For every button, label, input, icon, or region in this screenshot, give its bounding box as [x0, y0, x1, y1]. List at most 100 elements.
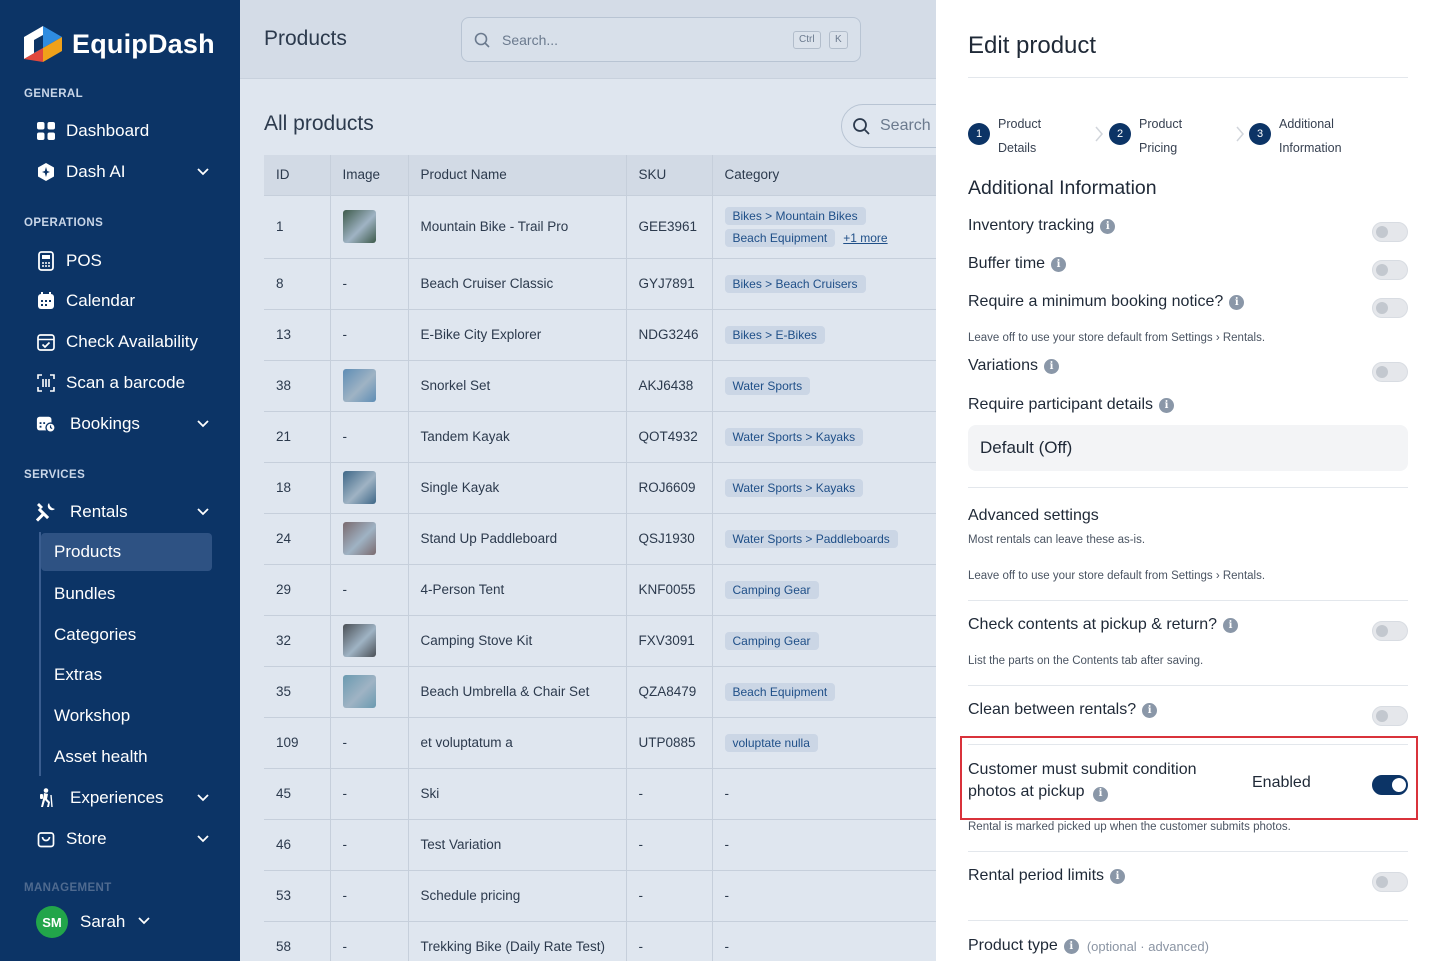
min-notice-toggle[interactable]: [1372, 298, 1408, 318]
sidebar-item-dashboard[interactable]: Dashboard: [24, 112, 220, 150]
sidebar-item-check-availability[interactable]: Check Availability: [24, 323, 220, 361]
product-thumbnail[interactable]: [342, 624, 376, 657]
cell-name: Single Kayak: [408, 462, 627, 514]
product-thumbnail[interactable]: [342, 369, 376, 402]
category-tag[interactable]: Water Sports > Kayaks: [724, 427, 864, 446]
category-tag[interactable]: Camping Gear: [724, 580, 819, 599]
cell-sku: NDG3246: [626, 309, 713, 361]
step-1[interactable]: 1 Product Details: [968, 112, 1041, 160]
participant-details-select[interactable]: Default (Off): [968, 425, 1408, 471]
step-number: 1: [968, 123, 990, 145]
info-icon[interactable]: i: [1063, 938, 1079, 954]
category-tag[interactable]: Beach Equipment: [724, 682, 836, 701]
column-header-id[interactable]: ID: [264, 155, 331, 196]
table-row[interactable]: 35 Beach Umbrella & Chair Set QZA8479 Beach…: [264, 666, 936, 718]
rental-period-limits-toggle[interactable]: [1372, 872, 1408, 892]
sidebar-subitem-products[interactable]: Products: [41, 533, 212, 571]
sidebar-item-pos[interactable]: POS: [24, 242, 220, 280]
info-icon[interactable]: i: [1043, 358, 1059, 374]
category-tag[interactable]: Bikes > Beach Cruisers: [724, 274, 866, 293]
cell-name: Mountain Bike - Trail Pro: [408, 195, 627, 259]
sidebar-item-calendar[interactable]: Calendar: [24, 282, 220, 320]
table-row[interactable]: 24 Stand Up Paddleboard QSJ1930 Water Sport…: [264, 513, 936, 565]
condition-photos-toggle[interactable]: [1372, 775, 1408, 795]
chevron-down-icon[interactable]: [196, 830, 210, 850]
clean-between-toggle[interactable]: [1372, 706, 1408, 726]
category-tag[interactable]: Bikes > E-Bikes: [724, 325, 825, 344]
product-thumbnail[interactable]: [342, 522, 376, 555]
sidebar-subitem-asset-health[interactable]: Asset health: [41, 738, 212, 776]
cell-image: [330, 195, 409, 259]
table-row[interactable]: 13- E-Bike City Explorer NDG3246 Bikes > E-…: [264, 309, 936, 361]
table-row[interactable]: 45- Ski - -: [264, 768, 936, 820]
info-icon[interactable]: i: [1229, 294, 1245, 310]
buffer-time-toggle[interactable]: [1372, 260, 1408, 280]
sidebar-subitem-extras[interactable]: Extras: [41, 656, 212, 694]
sidebar-subitem-categories[interactable]: Categories: [41, 616, 212, 654]
info-icon[interactable]: i: [1100, 218, 1116, 234]
info-icon[interactable]: i: [1142, 702, 1158, 718]
sidebar-item-label: Store: [66, 829, 107, 848]
chevron-down-icon[interactable]: [196, 503, 210, 523]
info-icon[interactable]: i: [1159, 397, 1174, 413]
table-row[interactable]: 53- Schedule pricing - -: [264, 870, 936, 922]
sidebar-item-bookings[interactable]: Bookings: [24, 405, 220, 443]
chevron-down-icon[interactable]: [196, 163, 210, 183]
sidebar-item-experiences[interactable]: Experiences: [24, 779, 220, 817]
step-2[interactable]: 2 Product Pricing: [1109, 112, 1182, 160]
sidebar-item-scan-barcode[interactable]: Scan a barcode: [24, 364, 220, 402]
check-contents-toggle[interactable]: [1372, 621, 1408, 641]
category-tag[interactable]: voluptate nulla: [724, 733, 818, 752]
page-title: Products: [264, 27, 347, 50]
table-search[interactable]: Search: [841, 104, 936, 148]
sidebar-item-dash-ai[interactable]: Dash AI: [24, 153, 220, 191]
sidebar-item-label: Check Availability: [66, 332, 198, 351]
category-tag[interactable]: Water Sports: [724, 376, 811, 395]
app-logo[interactable]: EquipDash: [24, 26, 215, 62]
column-header-category[interactable]: Category: [712, 155, 936, 196]
column-header-image[interactable]: Image: [330, 155, 409, 196]
sidebar-subitem-workshop[interactable]: Workshop: [41, 697, 212, 735]
step-3[interactable]: 3 Additional Information: [1249, 112, 1342, 160]
cell-category: -: [712, 921, 936, 961]
user-menu[interactable]: SM Sarah: [36, 906, 151, 938]
cell-sku: -: [626, 921, 713, 961]
table-row[interactable]: 18 Single Kayak ROJ6609 Water Sports > Kaya…: [264, 462, 936, 514]
table-row[interactable]: 32 Camping Stove Kit FXV3091 Camping Gear: [264, 615, 936, 667]
sidebar-item-rentals[interactable]: Rentals: [24, 493, 220, 531]
table-row[interactable]: 38 Snorkel Set AKJ6438 Water Sports: [264, 360, 936, 412]
cell-sku: AKJ6438: [626, 360, 713, 412]
search-icon: [474, 32, 490, 48]
category-tag[interactable]: Bikes > Mountain Bikes: [724, 206, 866, 225]
column-header-name[interactable]: Product Name: [408, 155, 627, 196]
product-thumbnail[interactable]: [342, 210, 376, 243]
category-tag[interactable]: Water Sports > Kayaks: [724, 478, 864, 497]
global-search[interactable]: Search... Ctrl K: [461, 17, 861, 62]
more-categories-link[interactable]: +1 more: [843, 231, 887, 245]
table-row[interactable]: 1 Mountain Bike - Trail Pro GEE3961 Bikes >…: [264, 195, 936, 259]
category-tag[interactable]: Beach Equipment: [724, 228, 836, 247]
category-tag[interactable]: Water Sports > Paddleboards: [724, 529, 898, 548]
table-row[interactable]: 58- Trekking Bike (Daily Rate Test) - -: [264, 921, 936, 961]
table-row[interactable]: 109- et voluptatum a UTP0885 voluptate null…: [264, 717, 936, 769]
chevron-down-icon[interactable]: [196, 789, 210, 809]
info-icon[interactable]: i: [1110, 868, 1126, 884]
sidebar-item-store[interactable]: Store: [24, 820, 220, 858]
column-header-sku[interactable]: SKU: [626, 155, 713, 196]
category-tag[interactable]: Camping Gear: [724, 631, 819, 650]
product-thumbnail[interactable]: [342, 471, 376, 504]
variations-toggle[interactable]: [1372, 362, 1408, 382]
table-row[interactable]: 46- Test Variation - -: [264, 819, 936, 871]
inventory-tracking-toggle[interactable]: [1372, 222, 1408, 242]
chevron-down-icon[interactable]: [196, 415, 210, 435]
info-icon[interactable]: i: [1092, 786, 1108, 802]
table-row[interactable]: 29-4-Person Tent KNF0055 Camping Gear: [264, 564, 936, 616]
table-row[interactable]: 8- Beach Cruiser Classic GYJ7891 Bikes > Be…: [264, 258, 936, 310]
sidebar-subitem-bundles[interactable]: Bundles: [41, 575, 212, 613]
cell-name: Stand Up Paddleboard: [408, 513, 627, 565]
cell-category: Camping Gear: [712, 615, 936, 667]
info-icon[interactable]: i: [1223, 617, 1239, 633]
product-thumbnail[interactable]: [342, 675, 376, 708]
info-icon[interactable]: i: [1051, 256, 1067, 272]
table-row[interactable]: 21- Tandem Kayak QOT4932 Water Sports > Kay…: [264, 411, 936, 463]
